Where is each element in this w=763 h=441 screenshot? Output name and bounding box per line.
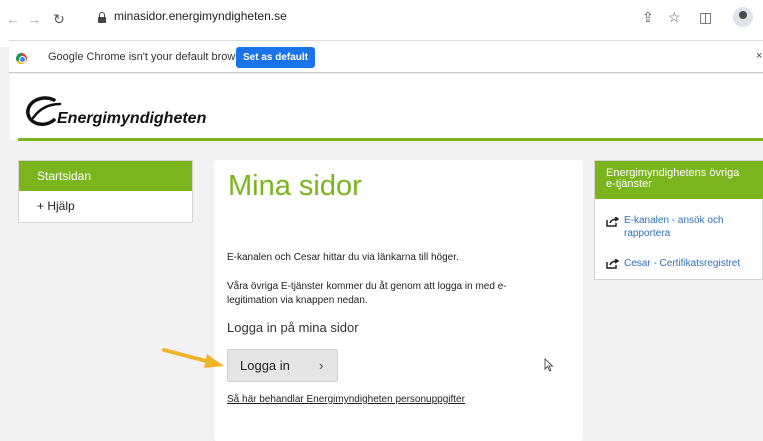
chevron-right-icon: › <box>319 358 324 373</box>
other-services-heading: Energimyndighetens övriga e-tjänster <box>595 161 763 199</box>
privacy-link[interactable]: Så här behandlar Energimyndigheten perso… <box>227 394 465 405</box>
lock-icon[interactable] <box>98 12 106 23</box>
infobar-message: Google Chrome isn't your default browser <box>48 51 251 63</box>
header-divider <box>18 138 763 141</box>
login-heading: Logga in på mina sidor <box>227 320 359 335</box>
annotation-arrow-icon <box>162 348 224 368</box>
side-panel-icon[interactable]: ◫ <box>699 9 712 25</box>
back-icon[interactable]: ← <box>5 11 21 27</box>
infobar-close-icon[interactable]: × <box>756 50 762 62</box>
mouse-cursor-icon <box>544 358 554 372</box>
logo-text[interactable]: Energimyndigheten <box>57 110 206 128</box>
forward-icon[interactable]: → <box>26 11 42 27</box>
bookmark-star-icon[interactable]: ☆ <box>668 9 681 25</box>
info-paragraph: Våra övriga E-tjänster kommer du åt geno… <box>227 281 507 306</box>
e-kanalen-link[interactable]: E-kanalen - ansök och rapportera <box>624 214 754 240</box>
page-title: Mina sidor <box>228 170 362 202</box>
intro-paragraph: E-kanalen och Cesar hittar du via länkar… <box>227 252 459 263</box>
profile-avatar-icon[interactable] <box>733 7 753 27</box>
login-button-label: Logga in <box>240 358 290 373</box>
cesar-link[interactable]: Cesar - Certifikatsregistret <box>624 257 759 270</box>
site-header <box>10 74 763 140</box>
external-link-icon <box>606 259 619 269</box>
nav-item-startsidan[interactable]: Startsidan <box>19 161 192 191</box>
reload-icon[interactable]: ↻ <box>51 11 67 27</box>
window-edge <box>0 0 9 441</box>
set-as-default-button[interactable]: Set as default <box>236 47 315 68</box>
external-link-icon <box>606 217 619 227</box>
login-button[interactable]: Logga in › <box>227 349 338 382</box>
other-services-box: Energimyndighetens övriga e-tjänster E-k… <box>594 160 763 280</box>
chrome-logo-icon <box>16 53 27 64</box>
url-text[interactable]: minasidor.energimyndigheten.se <box>114 9 287 23</box>
left-navigation: Startsidan + Hjälp <box>18 160 193 223</box>
share-icon[interactable]: ⇪ <box>642 9 654 25</box>
nav-item-hjalp[interactable]: + Hjälp <box>19 191 192 222</box>
